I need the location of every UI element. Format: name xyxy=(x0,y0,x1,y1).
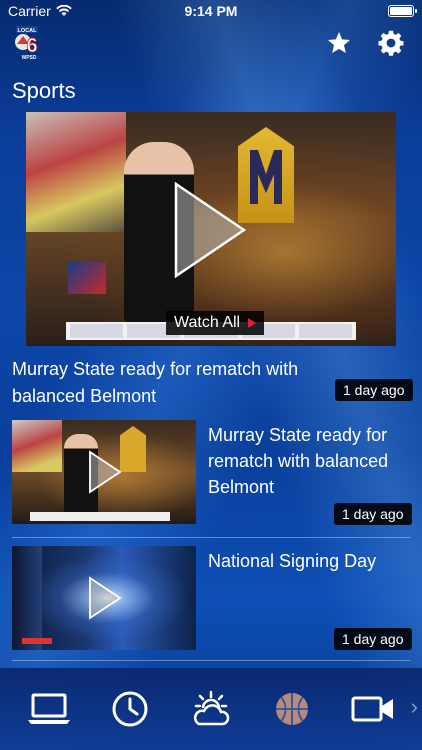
item-title: Murray State ready for rematch with bala… xyxy=(208,425,389,497)
battery-icon xyxy=(388,5,417,17)
play-icon xyxy=(89,450,122,494)
video-thumbnail xyxy=(12,546,196,650)
basketball-icon xyxy=(276,693,309,725)
red-play-icon xyxy=(248,318,257,328)
list-item[interactable]: National Signing Day 1 day ago xyxy=(0,546,422,652)
divider xyxy=(12,537,410,538)
divider xyxy=(12,660,410,661)
page-title: Sports xyxy=(12,78,76,103)
header-actions xyxy=(324,28,406,58)
clock-icon xyxy=(112,691,148,727)
featured-video-thumbnail: Watch All xyxy=(26,112,396,346)
wifi-icon xyxy=(55,5,72,16)
tab-sports[interactable] xyxy=(267,684,317,734)
list-item[interactable]: Murray State ready for rematch with bala… xyxy=(0,420,422,530)
play-icon[interactable] xyxy=(174,182,246,278)
time-badge: 1 day ago xyxy=(334,628,412,650)
watch-all-button[interactable]: Watch All xyxy=(166,311,265,335)
favorites-button[interactable] xyxy=(324,28,354,58)
svg-text:6: 6 xyxy=(26,35,37,57)
play-icon xyxy=(89,576,122,620)
laptop-icon xyxy=(27,693,70,724)
gear-icon xyxy=(378,30,404,56)
station-logo: LOCAL 6 WPSD xyxy=(15,26,38,60)
svg-text:LOCAL: LOCAL xyxy=(18,28,38,34)
svg-text:WPSD: WPSD xyxy=(22,55,37,60)
status-left: Carrier xyxy=(8,3,72,19)
tab-news[interactable] xyxy=(24,684,74,734)
featured-video[interactable]: Watch All xyxy=(0,112,422,346)
star-icon xyxy=(327,31,351,53)
featured-story-title[interactable]: Murray State ready for rematch with bala… xyxy=(12,356,312,410)
settings-button[interactable] xyxy=(376,28,406,58)
status-bar: Carrier 9:14 PM xyxy=(0,0,422,22)
tab-bar: › xyxy=(0,668,422,750)
chevron-right-icon[interactable]: › xyxy=(411,694,418,720)
tab-weather[interactable] xyxy=(186,684,236,734)
weather-icon xyxy=(193,690,230,726)
status-time: 9:14 PM xyxy=(184,3,238,19)
tab-recent[interactable] xyxy=(105,684,155,734)
watch-all-label: Watch All xyxy=(174,314,241,331)
video-thumbnail xyxy=(12,420,196,524)
featured-time-badge: 1 day ago xyxy=(335,379,413,401)
tab-video[interactable] xyxy=(348,684,398,734)
carrier-label: Carrier xyxy=(8,3,51,19)
video-camera-icon xyxy=(351,696,394,722)
item-title: National Signing Day xyxy=(208,551,377,571)
time-badge: 1 day ago xyxy=(334,503,412,525)
